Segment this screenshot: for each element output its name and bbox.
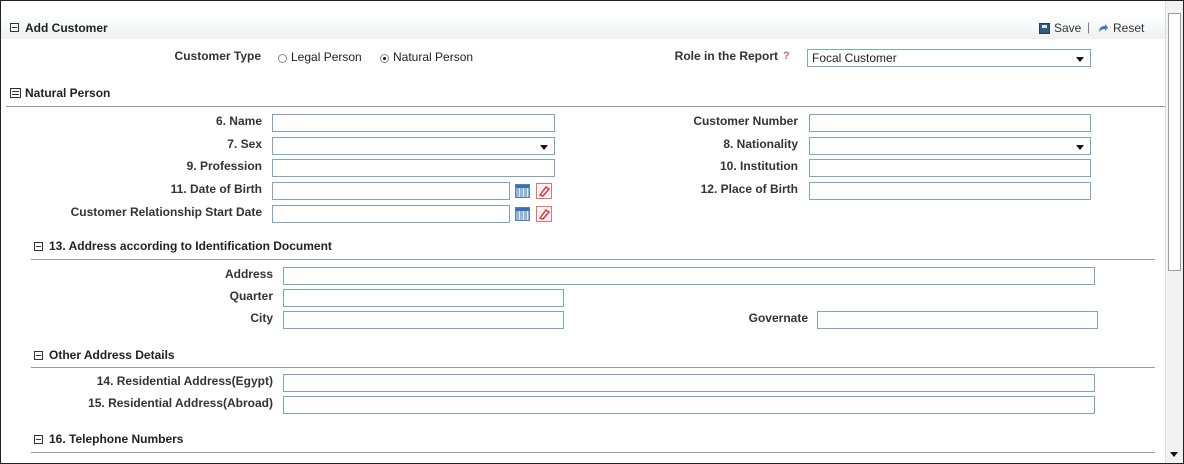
relationship-start-field[interactable] (272, 205, 510, 223)
address-section-title: 13. Address according to Identification … (49, 239, 332, 253)
toolbar-separator: | (1087, 20, 1091, 34)
city-label: City (250, 311, 273, 325)
reset-label: Reset (1113, 21, 1145, 35)
nationality-select[interactable] (809, 137, 1091, 155)
institution-label: 10. Institution (720, 159, 798, 173)
address-field[interactable] (283, 267, 1095, 285)
nationality-label: 8. Nationality (723, 137, 798, 151)
name-label: 6. Name (215, 114, 262, 128)
telephone-title: 16. Telephone Numbers (49, 432, 184, 446)
save-button[interactable]: Save (1039, 21, 1081, 37)
institution-field[interactable] (809, 159, 1091, 177)
place-of-birth-field[interactable] (809, 182, 1091, 200)
customer-type-label: Customer Type (174, 49, 261, 63)
reset-button[interactable]: Reset (1097, 21, 1153, 37)
eraser-icon[interactable] (536, 206, 552, 222)
customer-number-field[interactable] (809, 114, 1091, 132)
role-select-value: Focal Customer (812, 51, 897, 65)
relationship-start-label: Customer Relationship Start Date (70, 205, 262, 219)
residential-abroad-label: 15. Residential Address(Abroad) (88, 396, 273, 410)
chevron-down-icon (540, 145, 548, 150)
panel-header (1, 15, 1165, 39)
panel-title: Add Customer (25, 21, 108, 35)
form-content: Add Customer Save | Reset Customer Type … (1, 1, 1165, 463)
profession-field[interactable] (272, 159, 555, 177)
residential-abroad-field[interactable] (283, 396, 1095, 414)
radio-natural-person[interactable] (380, 54, 389, 63)
role-select[interactable]: Focal Customer (807, 49, 1091, 67)
help-icon[interactable]: ? (783, 50, 790, 62)
city-field[interactable] (283, 311, 564, 329)
collapse-telephone-icon[interactable] (34, 435, 43, 444)
chevron-down-icon (1076, 145, 1084, 150)
chevron-down-icon (1076, 57, 1084, 62)
address-label: Address (224, 267, 273, 281)
governate-label: Governate (748, 311, 808, 325)
calendar-icon[interactable] (515, 184, 530, 198)
vertical-scrollbar[interactable] (1165, 1, 1183, 463)
calendar-icon[interactable] (515, 207, 530, 221)
divider (31, 367, 1155, 368)
collapse-add-customer-icon[interactable] (10, 23, 19, 32)
radio-natural-person-label: Natural Person (393, 50, 474, 64)
list-icon (10, 88, 21, 98)
floppy-icon (1039, 23, 1050, 34)
collapse-address-icon[interactable] (34, 242, 43, 251)
radio-legal-person-label: Legal Person (291, 50, 362, 64)
quarter-label: Quarter (229, 289, 273, 303)
divider (31, 259, 1155, 260)
sex-select[interactable] (272, 137, 555, 155)
residential-egypt-field[interactable] (283, 374, 1095, 392)
role-label: Role in the Report (674, 49, 778, 63)
scrollbar-thumb[interactable] (1168, 13, 1181, 271)
name-field[interactable] (272, 114, 555, 132)
radio-legal-person[interactable] (278, 54, 287, 63)
dob-label: 11. Date of Birth (170, 182, 262, 196)
natural-person-title: Natural Person (25, 86, 111, 100)
sex-label: 7. Sex (227, 137, 262, 151)
dob-field[interactable] (272, 182, 510, 200)
scroll-down-icon[interactable] (1170, 452, 1178, 457)
collapse-other-address-icon[interactable] (34, 351, 43, 360)
save-label: Save (1054, 21, 1082, 35)
residential-egypt-label: 14. Residential Address(Egypt) (96, 374, 273, 388)
reset-arrow-icon (1099, 24, 1108, 32)
other-address-title: Other Address Details (49, 348, 175, 362)
eraser-icon[interactable] (536, 183, 552, 199)
customer-number-label: Customer Number (693, 114, 798, 128)
divider (6, 106, 1165, 107)
quarter-field[interactable] (283, 289, 564, 307)
profession-label: 9. Profession (186, 159, 262, 173)
divider (31, 452, 1155, 453)
place-of-birth-label: 12. Place of Birth (700, 182, 798, 196)
governate-field[interactable] (817, 311, 1098, 329)
